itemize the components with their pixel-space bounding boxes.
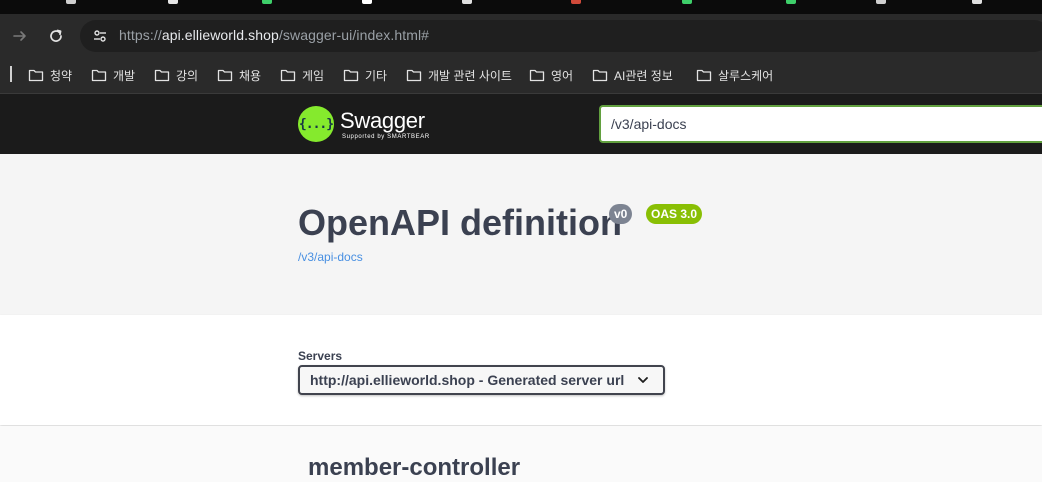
bookmark-label: AI관련 정보: [614, 68, 673, 83]
browser-tab-strip: [0, 0, 1042, 14]
api-info: OpenAPI definition v0 OAS 3.0 /v3/api-do…: [0, 154, 1042, 315]
tab-favicon[interactable]: [362, 0, 372, 4]
spec-url-input[interactable]: [599, 105, 1042, 143]
bookmark-label: 살루스케어: [718, 68, 774, 83]
bookmarks-separator: [10, 66, 12, 82]
tab-favicon[interactable]: [682, 0, 692, 4]
folder-icon: [592, 69, 608, 82]
bookmark-label: 게임: [302, 68, 325, 83]
site-info-button[interactable]: [88, 24, 112, 48]
folder-icon: [406, 69, 422, 82]
bookmark-folder[interactable]: 게임: [280, 64, 324, 86]
bookmark-folder[interactable]: 살루스케어: [696, 64, 773, 86]
operations-section: member-controller: [0, 426, 1042, 481]
bookmark-folder[interactable]: 개발 관련 사이트: [406, 64, 512, 86]
swagger-logo-text: Swagger Supported by SMARTBEAR: [340, 107, 430, 140]
tab-favicon[interactable]: [571, 0, 581, 4]
browser-toolbar: https://api.ellieworld.shop/swagger-ui/i…: [0, 14, 1042, 59]
servers-section: Servers http://api.ellieworld.shop - Gen…: [0, 315, 1042, 425]
bookmark-label: 청약: [50, 68, 73, 83]
folder-icon: [154, 69, 170, 82]
url-path: /swagger-ui/index.html#: [278, 27, 430, 43]
tab-favicon[interactable]: [462, 0, 472, 4]
page-title: OpenAPI definition: [298, 202, 622, 243]
bookmarks-bar: 청약 개발 강의 채용 게임 기타 개발 관련 사이트 영어 AI관련 정보 살루스케어: [0, 59, 1042, 94]
arrow-right-icon: [13, 31, 26, 41]
bookmark-label: 기타: [365, 68, 388, 83]
bookmark-folder[interactable]: 개발: [91, 64, 135, 86]
servers-label: Servers: [298, 349, 343, 363]
address-bar[interactable]: https://api.ellieworld.shop/swagger-ui/i…: [80, 20, 1042, 52]
tab-favicon[interactable]: [262, 0, 272, 4]
bookmark-label: 강의: [176, 68, 199, 83]
server-select[interactable]: http://api.ellieworld.shop - Generated s…: [298, 365, 665, 395]
bookmark-folder[interactable]: 강의: [154, 64, 198, 86]
bookmark-label: 개발 관련 사이트: [428, 68, 512, 83]
bookmark-folder[interactable]: 청약: [28, 64, 72, 86]
swagger-topbar: {...} Swagger Supported by SMARTBEAR: [0, 94, 1042, 154]
bookmark-label: 개발: [113, 68, 136, 83]
forward-button[interactable]: [6, 22, 34, 50]
url-text[interactable]: https://api.ellieworld.shop/swagger-ui/i…: [119, 27, 429, 43]
tab-favicon[interactable]: [972, 0, 982, 4]
url-scheme: https://: [119, 27, 162, 43]
tab-favicon[interactable]: [786, 0, 796, 4]
folder-icon: [343, 69, 359, 82]
bookmark-folder[interactable]: 채용: [217, 64, 261, 86]
folder-icon: [217, 69, 233, 82]
folder-icon: [28, 69, 44, 82]
logo-wordmark: Swagger: [340, 107, 425, 133]
logo-glyph: {...}: [298, 116, 334, 132]
swagger-logo[interactable]: {...} Swagger Supported by SMARTBEAR: [298, 104, 430, 144]
tab-favicon[interactable]: [876, 0, 886, 4]
tag-heading[interactable]: member-controller: [308, 454, 520, 482]
spec-link[interactable]: /v3/api-docs: [298, 250, 363, 264]
folder-icon: [280, 69, 296, 82]
server-select-value: http://api.ellieworld.shop - Generated s…: [310, 372, 625, 388]
tab-favicon[interactable]: [66, 0, 76, 4]
bookmark-label: 영어: [551, 68, 574, 83]
oas-badge: OAS 3.0: [646, 204, 703, 224]
tab-favicon[interactable]: [168, 0, 178, 4]
version-badge: v0: [609, 204, 633, 224]
folder-icon: [91, 69, 107, 82]
bookmark-folder[interactable]: AI관련 정보: [592, 64, 673, 86]
chevron-down-icon: [638, 377, 648, 383]
swagger-logo-icon: {...}: [298, 106, 334, 142]
folder-icon: [696, 69, 712, 82]
url-host: api.ellieworld.shop: [161, 27, 279, 43]
bookmark-label: 채용: [239, 68, 262, 83]
folder-icon: [529, 69, 545, 82]
bookmark-folder[interactable]: 기타: [343, 64, 387, 86]
reload-button[interactable]: [42, 22, 70, 50]
bookmark-folder[interactable]: 영어: [529, 64, 573, 86]
reload-icon: [50, 29, 62, 42]
tune-icon: [94, 30, 106, 42]
logo-subtitle: Supported by SMARTBEAR: [342, 133, 430, 140]
